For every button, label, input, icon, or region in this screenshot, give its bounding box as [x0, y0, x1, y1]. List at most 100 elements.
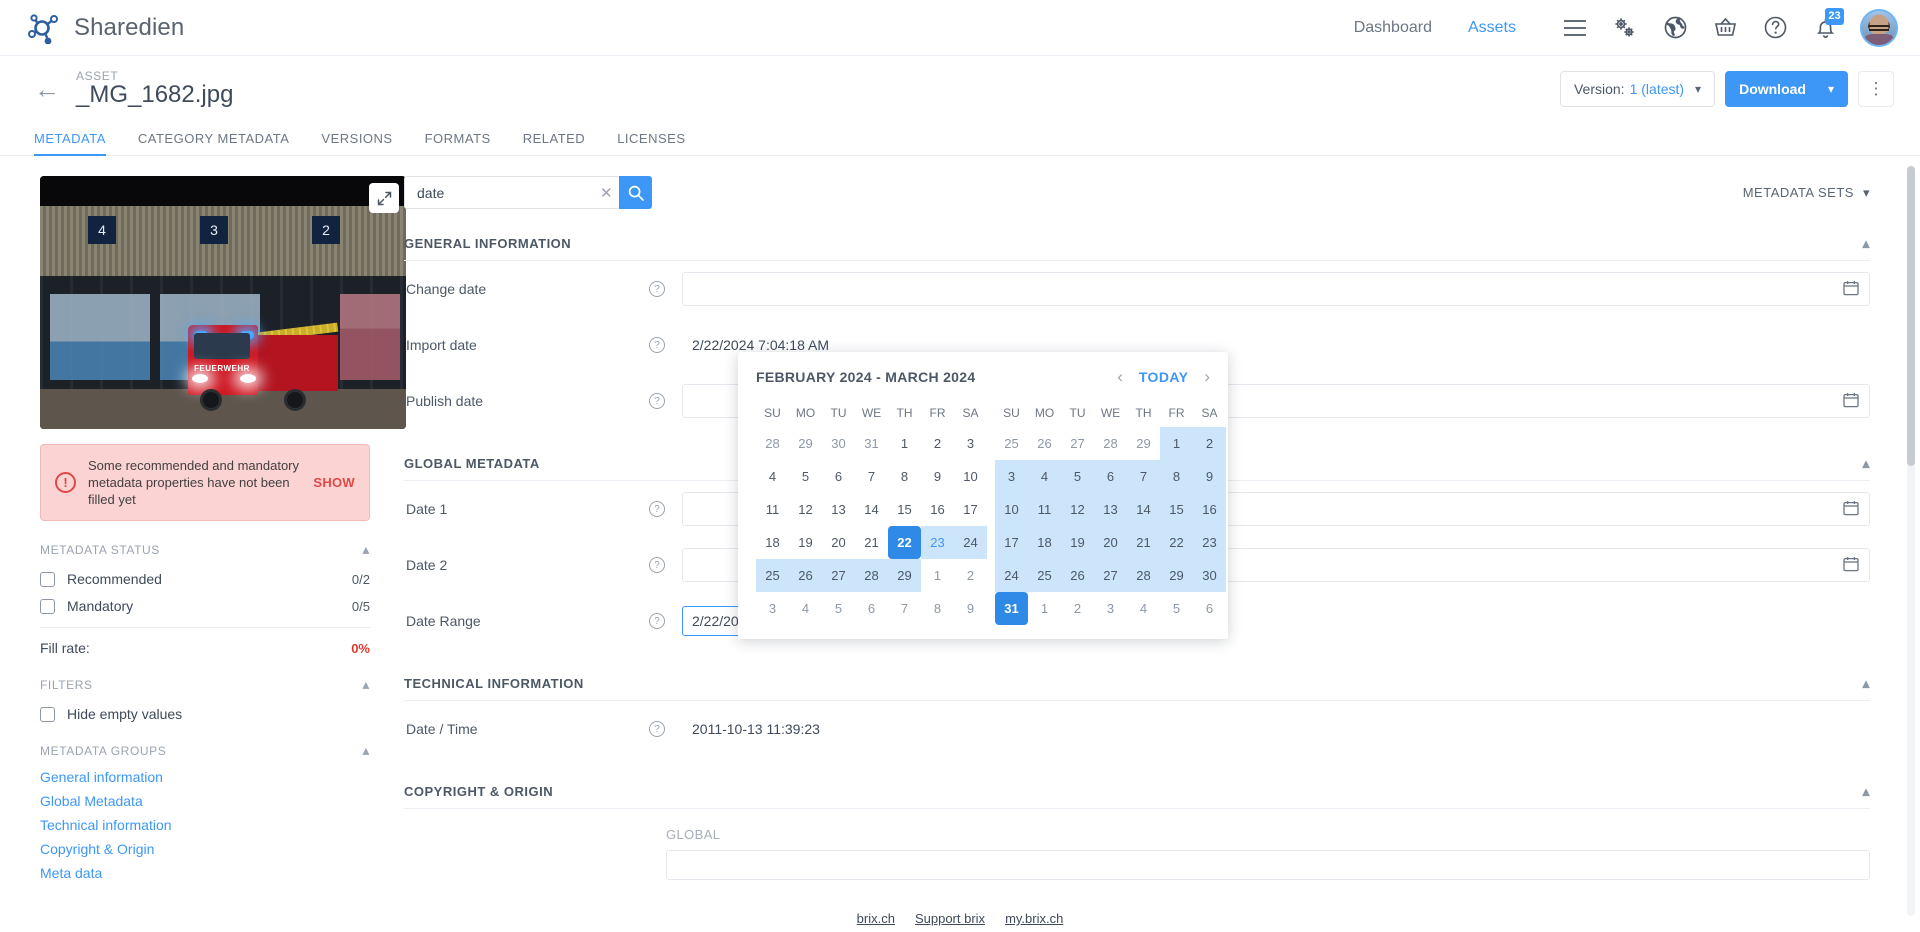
- calendar-day-cell[interactable]: 29: [1127, 427, 1160, 460]
- calendar-day-cell[interactable]: 27: [1094, 559, 1127, 592]
- chevron-right-icon[interactable]: ›: [1204, 368, 1210, 385]
- calendar-day-cell[interactable]: 24: [954, 526, 987, 559]
- calendar-day-cell[interactable]: 9: [954, 592, 987, 625]
- checkbox-hide-empty-values[interactable]: [40, 706, 55, 722]
- calendar-day-cell[interactable]: 8: [1160, 460, 1193, 493]
- nav-link-assets[interactable]: Assets: [1450, 0, 1534, 56]
- chevron-up-icon[interactable]: ▴: [1862, 235, 1890, 252]
- expand-preview-icon[interactable]: [369, 183, 399, 213]
- calendar-day-cell[interactable]: 17: [954, 493, 987, 526]
- scrollbar-track[interactable]: [1907, 166, 1915, 916]
- calendar-day-cell[interactable]: 24: [995, 559, 1028, 592]
- calendar-day-cell[interactable]: 7: [1127, 460, 1160, 493]
- group-link-general-information[interactable]: General information: [40, 769, 370, 785]
- calendar-day-cell[interactable]: 28: [1094, 427, 1127, 460]
- calendar-day-cell[interactable]: 4: [756, 460, 789, 493]
- calendar-day-cell[interactable]: 26: [1061, 559, 1094, 592]
- calendar-day-cell[interactable]: 10: [995, 493, 1028, 526]
- calendar-day-cell[interactable]: 28: [756, 427, 789, 460]
- avatar[interactable]: [1860, 8, 1898, 47]
- calendar-icon[interactable]: [1843, 556, 1859, 575]
- calendar-day-cell[interactable]: 2: [1061, 592, 1094, 625]
- calendar-day-cell[interactable]: 6: [855, 592, 888, 625]
- change-date-input[interactable]: [682, 272, 1870, 306]
- back-arrow-icon[interactable]: ←: [34, 76, 60, 102]
- calendar-day-cell[interactable]: 8: [921, 592, 954, 625]
- chevron-up-icon[interactable]: ▴: [362, 742, 370, 759]
- filter-row-hide-empty[interactable]: Hide empty values: [40, 706, 370, 722]
- bell-icon[interactable]: 23: [1800, 0, 1850, 56]
- calendar-day-cell[interactable]: 28: [855, 559, 888, 592]
- group-link-technical-information[interactable]: Technical information: [40, 817, 370, 833]
- calendar-day-cell[interactable]: 22: [888, 526, 921, 559]
- calendar-day-cell[interactable]: 18: [756, 526, 789, 559]
- calendar-day-cell[interactable]: 20: [1094, 526, 1127, 559]
- calendar-day-cell[interactable]: 15: [1160, 493, 1193, 526]
- calendar-day-cell[interactable]: 5: [1160, 592, 1193, 625]
- chevron-up-icon[interactable]: ▴: [362, 541, 370, 558]
- metadata-sets-dropdown[interactable]: METADATA SETS ▾: [1743, 185, 1890, 201]
- group-link-meta-data[interactable]: Meta data: [40, 865, 370, 881]
- calendar-day-cell[interactable]: 4: [1127, 592, 1160, 625]
- chevron-up-icon[interactable]: ▴: [362, 676, 370, 693]
- checkbox-recommended[interactable]: [40, 571, 55, 587]
- globe-icon[interactable]: [1650, 0, 1700, 56]
- search-button[interactable]: [619, 176, 652, 209]
- tab-category-metadata[interactable]: CATEGORY METADATA: [138, 131, 304, 155]
- chevron-left-icon[interactable]: ‹: [1117, 368, 1123, 385]
- calendar-day-cell[interactable]: 17: [995, 526, 1028, 559]
- version-selector[interactable]: Version: 1 (latest) ▾: [1559, 71, 1716, 107]
- calendar-day-cell[interactable]: 7: [888, 592, 921, 625]
- calendar-day-cell[interactable]: 19: [1061, 526, 1094, 559]
- calendar-today-button[interactable]: TODAY: [1139, 369, 1188, 385]
- nav-link-dashboard[interactable]: Dashboard: [1336, 0, 1450, 56]
- alert-show-button[interactable]: SHOW: [313, 475, 355, 490]
- search-box[interactable]: ✕: [404, 176, 620, 209]
- calendar-day-cell[interactable]: 11: [756, 493, 789, 526]
- status-row-recommended[interactable]: Recommended 0/2: [40, 571, 370, 587]
- calendar-day-cell[interactable]: 2: [1193, 427, 1226, 460]
- search-input[interactable]: [417, 184, 598, 201]
- status-row-mandatory[interactable]: Mandatory 0/5: [40, 598, 370, 614]
- calendar-day-cell[interactable]: 1: [921, 559, 954, 592]
- calendar-day-cell[interactable]: 5: [1061, 460, 1094, 493]
- calendar-icon[interactable]: [1843, 500, 1859, 519]
- calendar-day-cell[interactable]: 14: [855, 493, 888, 526]
- calendar-day-cell[interactable]: 4: [789, 592, 822, 625]
- calendar-day-cell[interactable]: 9: [921, 460, 954, 493]
- calendar-day-cell[interactable]: 16: [1193, 493, 1226, 526]
- calendar-day-cell[interactable]: 19: [789, 526, 822, 559]
- calendar-day-cell[interactable]: 12: [789, 493, 822, 526]
- calendar-day-cell[interactable]: 31: [855, 427, 888, 460]
- calendar-icon[interactable]: [1843, 280, 1859, 299]
- calendar-day-cell[interactable]: 27: [1061, 427, 1094, 460]
- tab-related[interactable]: RELATED: [523, 131, 600, 155]
- calendar-day-cell[interactable]: 3: [756, 592, 789, 625]
- calendar-day-cell[interactable]: 4: [1028, 460, 1061, 493]
- clear-search-icon[interactable]: ✕: [598, 184, 615, 202]
- calendar-day-cell[interactable]: 3: [954, 427, 987, 460]
- calendar-day-cell[interactable]: 31: [995, 592, 1028, 625]
- calendar-day-cell[interactable]: 7: [855, 460, 888, 493]
- calendar-day-cell[interactable]: 1: [1160, 427, 1193, 460]
- more-options-button[interactable]: ⋮: [1858, 71, 1894, 107]
- calendar-day-cell[interactable]: 8: [888, 460, 921, 493]
- help-icon[interactable]: [1750, 0, 1800, 56]
- chevron-up-icon[interactable]: ▴: [1862, 455, 1890, 472]
- calendar-day-cell[interactable]: 5: [789, 460, 822, 493]
- calendar-day-cell[interactable]: 25: [756, 559, 789, 592]
- calendar-day-cell[interactable]: 16: [921, 493, 954, 526]
- calendar-day-cell[interactable]: 13: [822, 493, 855, 526]
- calendar-day-cell[interactable]: 3: [995, 460, 1028, 493]
- calendar-day-cell[interactable]: 18: [1028, 526, 1061, 559]
- calendar-day-cell[interactable]: 27: [822, 559, 855, 592]
- calendar-icon[interactable]: [1843, 392, 1859, 411]
- calendar-day-cell[interactable]: 11: [1028, 493, 1061, 526]
- calendar-day-cell[interactable]: 6: [1193, 592, 1226, 625]
- chevron-up-icon[interactable]: ▴: [1862, 675, 1890, 692]
- calendar-day-cell[interactable]: 6: [822, 460, 855, 493]
- calendar-day-cell[interactable]: 1: [1028, 592, 1061, 625]
- date-range-calendar-popup[interactable]: FEBRUARY 2024 - MARCH 2024 ‹ TODAY › SU M…: [738, 352, 1228, 639]
- calendar-day-cell[interactable]: 26: [789, 559, 822, 592]
- calendar-day-cell[interactable]: 23: [1193, 526, 1226, 559]
